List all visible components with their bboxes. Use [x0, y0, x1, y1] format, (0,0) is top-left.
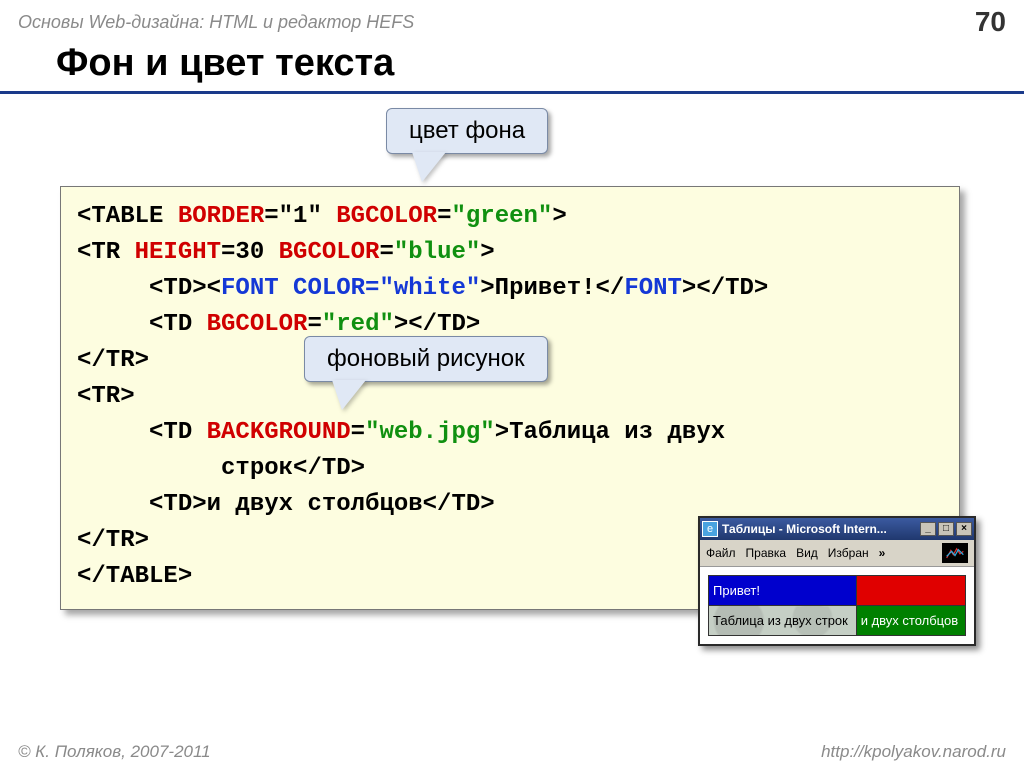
cell-red [856, 576, 965, 606]
callout-bg-image-tail [332, 380, 366, 410]
browser-menubar: Файл Правка Вид Избран » [700, 540, 974, 567]
cell-green: и двух столбцов [856, 606, 965, 636]
callout-bg-image: фоновый рисунок [304, 336, 548, 382]
page-number: 70 [975, 6, 1006, 38]
cell-blue: Привет! [709, 576, 857, 606]
maximize-button[interactable]: □ [938, 522, 954, 536]
ie-logo [942, 543, 968, 563]
browser-title: Таблицы - Microsoft Intern... [722, 522, 918, 536]
slide-header: Основы Web-дизайна: HTML и редактор HEFS… [0, 0, 1024, 40]
copyright: © К. Поляков, 2007-2011 [18, 742, 211, 762]
browser-titlebar: e Таблицы - Microsoft Intern... _ □ × [700, 518, 974, 540]
table-row: Таблица из двух строк и двух столбцов [709, 606, 966, 636]
menu-more[interactable]: » [879, 546, 886, 560]
slide-footer: © К. Поляков, 2007-2011 http://kpolyakov… [0, 736, 1024, 768]
cell-bgimage: Таблица из двух строк [709, 606, 857, 636]
table-row: Привет! [709, 576, 966, 606]
callout-bg-color: цвет фона [386, 108, 548, 154]
callout-bg-color-tail [412, 152, 446, 182]
browser-content: Привет! Таблица из двух строк и двух сто… [700, 567, 974, 644]
close-button[interactable]: × [956, 522, 972, 536]
subject-line: Основы Web-дизайна: HTML и редактор HEFS [18, 12, 414, 33]
browser-window: e Таблицы - Microsoft Intern... _ □ × Фа… [698, 516, 976, 646]
menu-view[interactable]: Вид [796, 546, 818, 560]
ie-icon: e [702, 521, 718, 537]
minimize-button[interactable]: _ [920, 522, 936, 536]
page-title: Фон и цвет текста [0, 40, 1024, 94]
menu-edit[interactable]: Правка [746, 546, 787, 560]
footer-url: http://kpolyakov.narod.ru [821, 742, 1006, 762]
menu-file[interactable]: Файл [706, 546, 736, 560]
menu-fav[interactable]: Избран [828, 546, 869, 560]
demo-table: Привет! Таблица из двух строк и двух сто… [708, 575, 966, 636]
